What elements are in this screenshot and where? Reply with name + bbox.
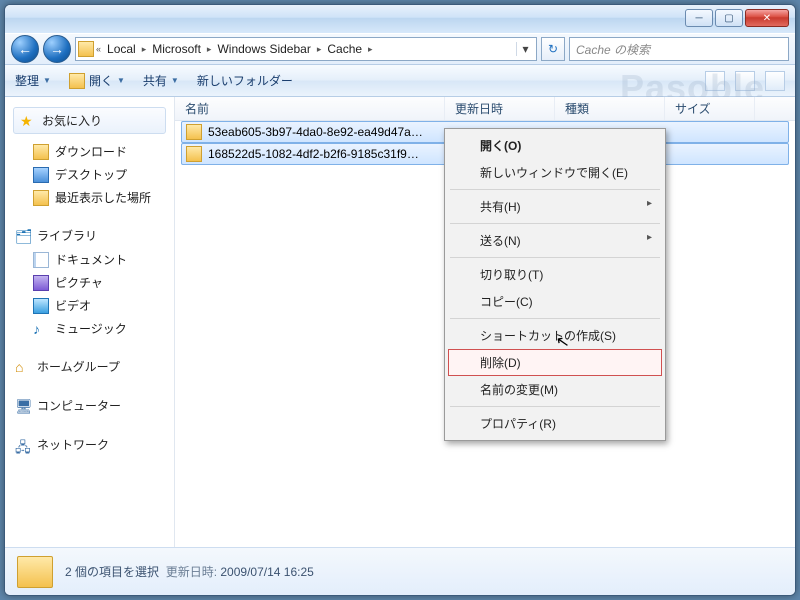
desktop-icon — [33, 167, 49, 183]
homegroup-header[interactable]: ⌂ホームグループ — [9, 354, 170, 379]
menu-open[interactable]: 開く(O) — [448, 132, 662, 159]
folder-icon — [186, 146, 202, 162]
column-headers: 名前 更新日時 種類 サイズ — [175, 97, 795, 121]
libraries-header[interactable]: 🗂ライブラリ — [9, 223, 170, 248]
menu-create-shortcut[interactable]: ショートカットの作成(S) — [448, 322, 662, 349]
sidebar-item-music[interactable]: ♪ミュージック — [9, 317, 170, 340]
share-menu[interactable]: 共有 ▼ — [143, 72, 179, 89]
picture-icon — [33, 275, 49, 291]
menu-cut[interactable]: 切り取り(T) — [448, 261, 662, 288]
folder-icon — [186, 124, 202, 140]
explorer-window: ─ ▢ ✕ ← → « Local▸ Microsoft▸ Windows Si… — [4, 4, 796, 596]
col-size[interactable]: サイズ — [665, 97, 755, 120]
context-menu: 開く(O) 新しいウィンドウで開く(E) 共有(H) 送る(N) 切り取り(T)… — [444, 128, 666, 441]
view-options-icon[interactable] — [705, 71, 725, 91]
homegroup-icon: ⌂ — [15, 359, 31, 375]
refresh-button[interactable]: ↻ — [541, 37, 565, 61]
organize-menu[interactable]: 整理 ▼ — [15, 72, 51, 89]
breadcrumb[interactable]: Windows Sidebar — [213, 42, 314, 56]
help-icon[interactable] — [765, 71, 785, 91]
menu-open-new-window[interactable]: 新しいウィンドウで開く(E) — [448, 159, 662, 186]
col-type[interactable]: 種類 — [555, 97, 665, 120]
folder-icon — [17, 556, 53, 588]
folder-icon — [33, 144, 49, 160]
folder-icon — [69, 73, 85, 89]
library-icon: 🗂 — [15, 228, 31, 244]
video-icon — [33, 298, 49, 314]
menu-delete[interactable]: 削除(D) — [448, 349, 662, 376]
network-icon: 🖧 — [15, 437, 31, 453]
sidebar-item-desktop[interactable]: デスクトップ — [9, 163, 170, 186]
music-icon: ♪ — [33, 321, 49, 337]
favorites-header[interactable]: ★お気に入り — [13, 107, 166, 134]
sidebar-item-videos[interactable]: ビデオ — [9, 294, 170, 317]
preview-pane-icon[interactable] — [735, 71, 755, 91]
forward-button[interactable]: → — [43, 35, 71, 63]
computer-icon: 🖥 — [15, 398, 31, 414]
selection-count: 2 個の項目を選択 — [65, 565, 159, 579]
command-bar: 整理 ▼ 開く ▼ 共有 ▼ 新しいフォルダー — [5, 65, 795, 97]
sidebar-item-downloads[interactable]: ダウンロード — [9, 140, 170, 163]
open-menu[interactable]: 開く ▼ — [69, 72, 125, 89]
col-date[interactable]: 更新日時 — [445, 97, 555, 120]
star-icon: ★ — [20, 113, 36, 129]
sidebar-item-documents[interactable]: ドキュメント — [9, 248, 170, 271]
status-date-label: 更新日時: — [166, 565, 217, 579]
col-name[interactable]: 名前 — [175, 97, 445, 120]
maximize-button[interactable]: ▢ — [715, 9, 743, 27]
menu-share[interactable]: 共有(H) — [448, 193, 662, 220]
status-date: 2009/07/14 16:25 — [220, 565, 313, 579]
titlebar: ─ ▢ ✕ — [5, 5, 795, 33]
minimize-button[interactable]: ─ — [685, 9, 713, 27]
recent-icon — [33, 190, 49, 206]
menu-copy[interactable]: コピー(C) — [448, 288, 662, 315]
breadcrumb[interactable]: Cache — [323, 42, 366, 56]
address-dropdown[interactable]: ▾ — [516, 42, 534, 56]
back-button[interactable]: ← — [11, 35, 39, 63]
breadcrumb[interactable]: Local — [103, 42, 140, 56]
status-bar: 2 個の項目を選択 更新日時: 2009/07/14 16:25 — [5, 547, 795, 595]
sidebar-item-recent[interactable]: 最近表示した場所 — [9, 186, 170, 209]
navigation-pane: ★お気に入り ダウンロード デスクトップ 最近表示した場所 🗂ライブラリ ドキュ… — [5, 97, 175, 547]
computer-header[interactable]: 🖥コンピューター — [9, 393, 170, 418]
menu-send-to[interactable]: 送る(N) — [448, 227, 662, 254]
new-folder-button[interactable]: 新しいフォルダー — [197, 72, 293, 89]
network-header[interactable]: 🖧ネットワーク — [9, 432, 170, 457]
search-input[interactable]: Cache の検索 — [569, 37, 789, 61]
breadcrumb[interactable]: Microsoft — [148, 42, 205, 56]
menu-properties[interactable]: プロパティ(R) — [448, 410, 662, 437]
nav-bar: ← → « Local▸ Microsoft▸ Windows Sidebar▸… — [5, 33, 795, 65]
document-icon — [33, 252, 49, 268]
sidebar-item-pictures[interactable]: ピクチャ — [9, 271, 170, 294]
close-button[interactable]: ✕ — [745, 9, 789, 27]
folder-icon — [78, 41, 94, 57]
address-bar[interactable]: « Local▸ Microsoft▸ Windows Sidebar▸ Cac… — [75, 37, 537, 61]
menu-rename[interactable]: 名前の変更(M) — [448, 376, 662, 403]
